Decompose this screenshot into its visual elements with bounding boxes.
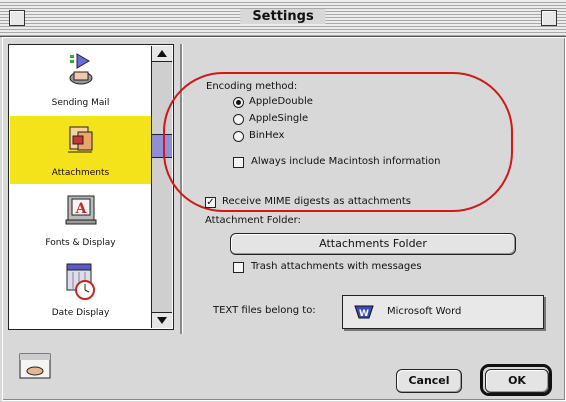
sidebar-item-fonts-display[interactable]: A Fonts & Display — [10, 186, 151, 254]
attachments-folder-button[interactable]: Attachments Folder — [230, 233, 516, 255]
arrow-up-icon — [157, 50, 167, 57]
settings-category-list: Sending Mail Attachments A Fonts & Displ… — [8, 44, 174, 330]
sidebar-item-label: Sending Mail — [51, 98, 110, 108]
svg-text:A: A — [74, 201, 87, 217]
attachment-folder-heading: Attachment Folder: — [205, 215, 301, 226]
sidebar-item-label: Date Display — [51, 308, 110, 318]
sidebar-item-sending-mail[interactable]: Sending Mail — [10, 46, 151, 114]
list-scrollbar[interactable] — [151, 46, 172, 328]
word-app-icon: W — [353, 302, 375, 326]
title-bar[interactable]: Settings — [0, 0, 566, 37]
trash-attachments-label[interactable]: Trash attachments with messages — [251, 261, 422, 272]
window-title: Settings — [240, 9, 326, 24]
cancel-button[interactable]: Cancel — [396, 369, 462, 393]
text-files-app-name: Microsoft Word — [387, 306, 462, 317]
ok-button[interactable]: OK — [485, 369, 549, 393]
trash-attachments-checkbox[interactable] — [233, 262, 244, 273]
scroll-down-button[interactable] — [152, 312, 172, 328]
settings-window: Settings Sending Mail Attachments A Font… — [0, 0, 566, 402]
mime-digest-checkbox[interactable]: ✓ — [205, 197, 216, 208]
annotation-oval — [163, 72, 513, 212]
font-icon: A — [64, 192, 98, 231]
stationery-icon — [18, 352, 54, 386]
calendar-clock-icon — [63, 262, 99, 305]
text-files-app-popup[interactable]: W Microsoft Word — [342, 295, 544, 329]
sidebar-item-label: Attachments — [51, 168, 110, 178]
svg-text:W: W — [359, 309, 369, 319]
text-files-label: TEXT files belong to: — [213, 305, 316, 316]
scroll-up-button[interactable] — [152, 46, 172, 62]
sidebar-item-attachments[interactable]: Attachments — [10, 116, 151, 184]
sidebar-item-date-display[interactable]: Date Display — [10, 256, 151, 324]
close-box[interactable] — [9, 10, 25, 26]
arrow-down-icon — [157, 317, 167, 324]
mail-send-icon — [65, 52, 97, 89]
sidebar-item-label: Fonts & Display — [45, 238, 116, 248]
mime-digest-label[interactable]: Receive MIME digests as attachments — [222, 196, 411, 207]
zoom-box[interactable] — [541, 10, 557, 26]
attachment-icon — [64, 122, 98, 161]
